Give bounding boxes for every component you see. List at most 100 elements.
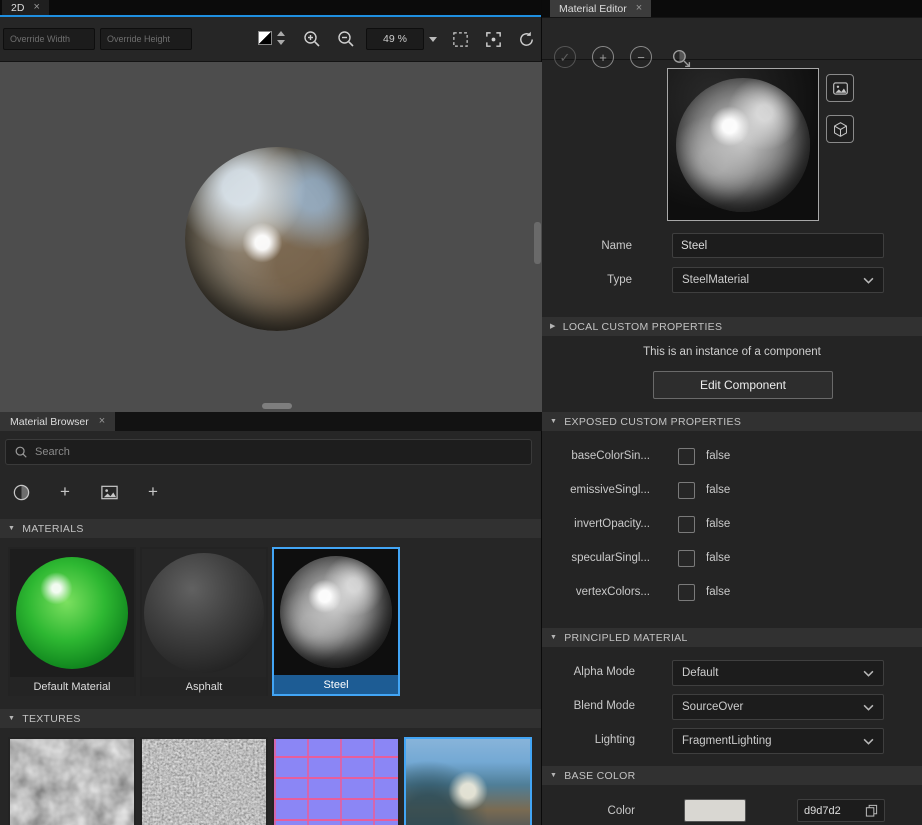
override-width-input[interactable] — [3, 28, 95, 50]
material-tile-asphalt[interactable]: Asphalt — [140, 547, 268, 696]
texture-thumbnail — [10, 739, 134, 825]
texture-thumbnail — [406, 739, 530, 825]
zoom-out-button[interactable] — [334, 27, 358, 51]
splitter-handle[interactable] — [262, 403, 292, 409]
override-height-input[interactable] — [100, 28, 192, 50]
apply-material-icon — [671, 48, 692, 69]
texture-library-button[interactable] — [98, 481, 120, 503]
close-icon[interactable]: × — [33, 2, 39, 13]
property-checkbox[interactable] — [678, 482, 695, 499]
tab-material-editor[interactable]: Material Editor × — [550, 0, 651, 17]
property-checkbox[interactable] — [678, 516, 695, 533]
zoom-level-value: 49 % — [383, 33, 407, 45]
apply-to-selected-button[interactable] — [669, 46, 693, 70]
property-value: false — [706, 552, 730, 564]
type-dropdown[interactable]: SteelMaterial — [672, 267, 884, 293]
color-spinner[interactable] — [277, 31, 286, 45]
section-label: TEXTURES — [22, 713, 80, 725]
tab-2d-label: 2D — [11, 2, 24, 14]
property-label: specularSingl... — [542, 552, 650, 564]
section-header-exposed-custom[interactable]: ▼ EXPOSED CUSTOM PROPERTIES — [542, 412, 922, 431]
apply-changes-button[interactable]: ✓ — [554, 46, 576, 68]
property-checkbox[interactable] — [678, 448, 695, 465]
material-sphere-icon — [12, 483, 31, 502]
search-input[interactable] — [35, 446, 523, 458]
zoom-out-icon — [336, 29, 356, 49]
property-value: false — [706, 450, 730, 462]
add-material-button[interactable]: + — [54, 481, 76, 503]
type-label: Type — [542, 274, 632, 286]
preview-env-button[interactable] — [826, 74, 854, 102]
property-value: false — [706, 518, 730, 530]
section-header-materials[interactable]: ▼ MATERIALS — [0, 519, 541, 538]
tab-material-browser[interactable]: Material Browser × — [0, 412, 115, 431]
chevron-down-icon — [863, 670, 874, 677]
texture-tile-environment[interactable] — [404, 737, 532, 825]
refresh-button[interactable] — [514, 27, 538, 51]
blend-mode-label: Blend Mode — [542, 700, 635, 712]
section-label: BASE COLOR — [564, 770, 635, 782]
material-thumbnail — [10, 549, 134, 677]
base-color-swatch[interactable] — [684, 799, 746, 822]
copy-icon[interactable] — [865, 804, 878, 817]
lighting-label: Lighting — [542, 734, 635, 746]
add-texture-button[interactable]: + — [142, 481, 164, 503]
dropdown-value: FragmentLighting — [682, 735, 772, 747]
texture-tile-noise-coarse[interactable] — [8, 737, 136, 825]
chevron-down-icon — [863, 704, 874, 711]
delete-material-button[interactable]: − — [630, 46, 652, 68]
2d-viewport[interactable] — [0, 62, 542, 412]
alpha-mode-dropdown[interactable]: Default — [672, 660, 884, 686]
tab-2d[interactable]: 2D × — [2, 0, 49, 15]
search-bar[interactable] — [5, 439, 532, 465]
preview-model-button[interactable] — [826, 115, 854, 143]
zoom-level-combobox[interactable]: 49 % — [366, 28, 424, 50]
2d-toolbar: 49 % — [0, 17, 541, 62]
zoom-in-button[interactable] — [300, 27, 324, 51]
property-checkbox[interactable] — [678, 550, 695, 567]
chevron-down-icon — [863, 277, 874, 284]
spinner-down-icon[interactable] — [277, 40, 285, 45]
close-icon[interactable]: × — [99, 416, 105, 427]
create-material-button[interactable]: + — [592, 46, 614, 68]
property-checkbox[interactable] — [678, 584, 695, 601]
section-header-local-custom[interactable]: ▶ LOCAL CUSTOM PROPERTIES — [542, 317, 922, 336]
texture-tile-noise-fine[interactable] — [140, 737, 268, 825]
material-library-button[interactable] — [10, 481, 32, 503]
viewport-scrollbar[interactable] — [534, 222, 541, 264]
zoom-selection-button[interactable] — [448, 27, 472, 51]
hex-input[interactable] — [804, 805, 860, 817]
base-color-hex-field[interactable] — [797, 799, 885, 822]
property-label: vertexColors... — [542, 586, 650, 598]
texture-thumbnail — [142, 739, 266, 825]
edit-component-button[interactable]: Edit Component — [653, 371, 833, 399]
fit-view-button[interactable] — [481, 27, 505, 51]
texture-tile-bricks[interactable] — [272, 737, 400, 825]
material-preview[interactable] — [667, 68, 819, 221]
2d-view-tabbar: 2D × — [0, 0, 541, 17]
type-value: SteelMaterial — [682, 274, 749, 286]
spinner-up-icon[interactable] — [277, 31, 285, 36]
material-caption: Steel — [274, 675, 398, 694]
minus-icon: − — [637, 51, 645, 64]
dropdown-value: SourceOver — [682, 701, 743, 713]
name-input[interactable] — [672, 233, 884, 258]
blend-mode-dropdown[interactable]: SourceOver — [672, 694, 884, 720]
section-header-principled[interactable]: ▼ PRINCIPLED MATERIAL — [542, 628, 922, 647]
material-editor-pane: Material Editor × ✓ + − — [542, 0, 922, 825]
refresh-icon — [517, 30, 536, 49]
browser-actions: + + — [10, 478, 164, 506]
section-header-base-color[interactable]: ▼ BASE COLOR — [542, 766, 922, 785]
alpha-mode-label: Alpha Mode — [542, 666, 635, 678]
lighting-dropdown[interactable]: FragmentLighting — [672, 728, 884, 754]
property-label: emissiveSingl... — [542, 484, 650, 496]
material-tile-default-material[interactable]: Default Material — [8, 547, 136, 696]
zoom-in-icon — [302, 29, 322, 49]
zoom-dropdown-arrow-icon[interactable] — [429, 37, 437, 42]
canvas-color-swatch[interactable] — [258, 31, 272, 45]
material-tile-steel[interactable]: Steel — [272, 547, 400, 696]
section-header-textures[interactable]: ▼ TEXTURES — [0, 709, 541, 728]
close-icon[interactable]: × — [636, 3, 642, 14]
viewport-material-sphere — [185, 147, 369, 331]
property-value: false — [706, 484, 730, 496]
